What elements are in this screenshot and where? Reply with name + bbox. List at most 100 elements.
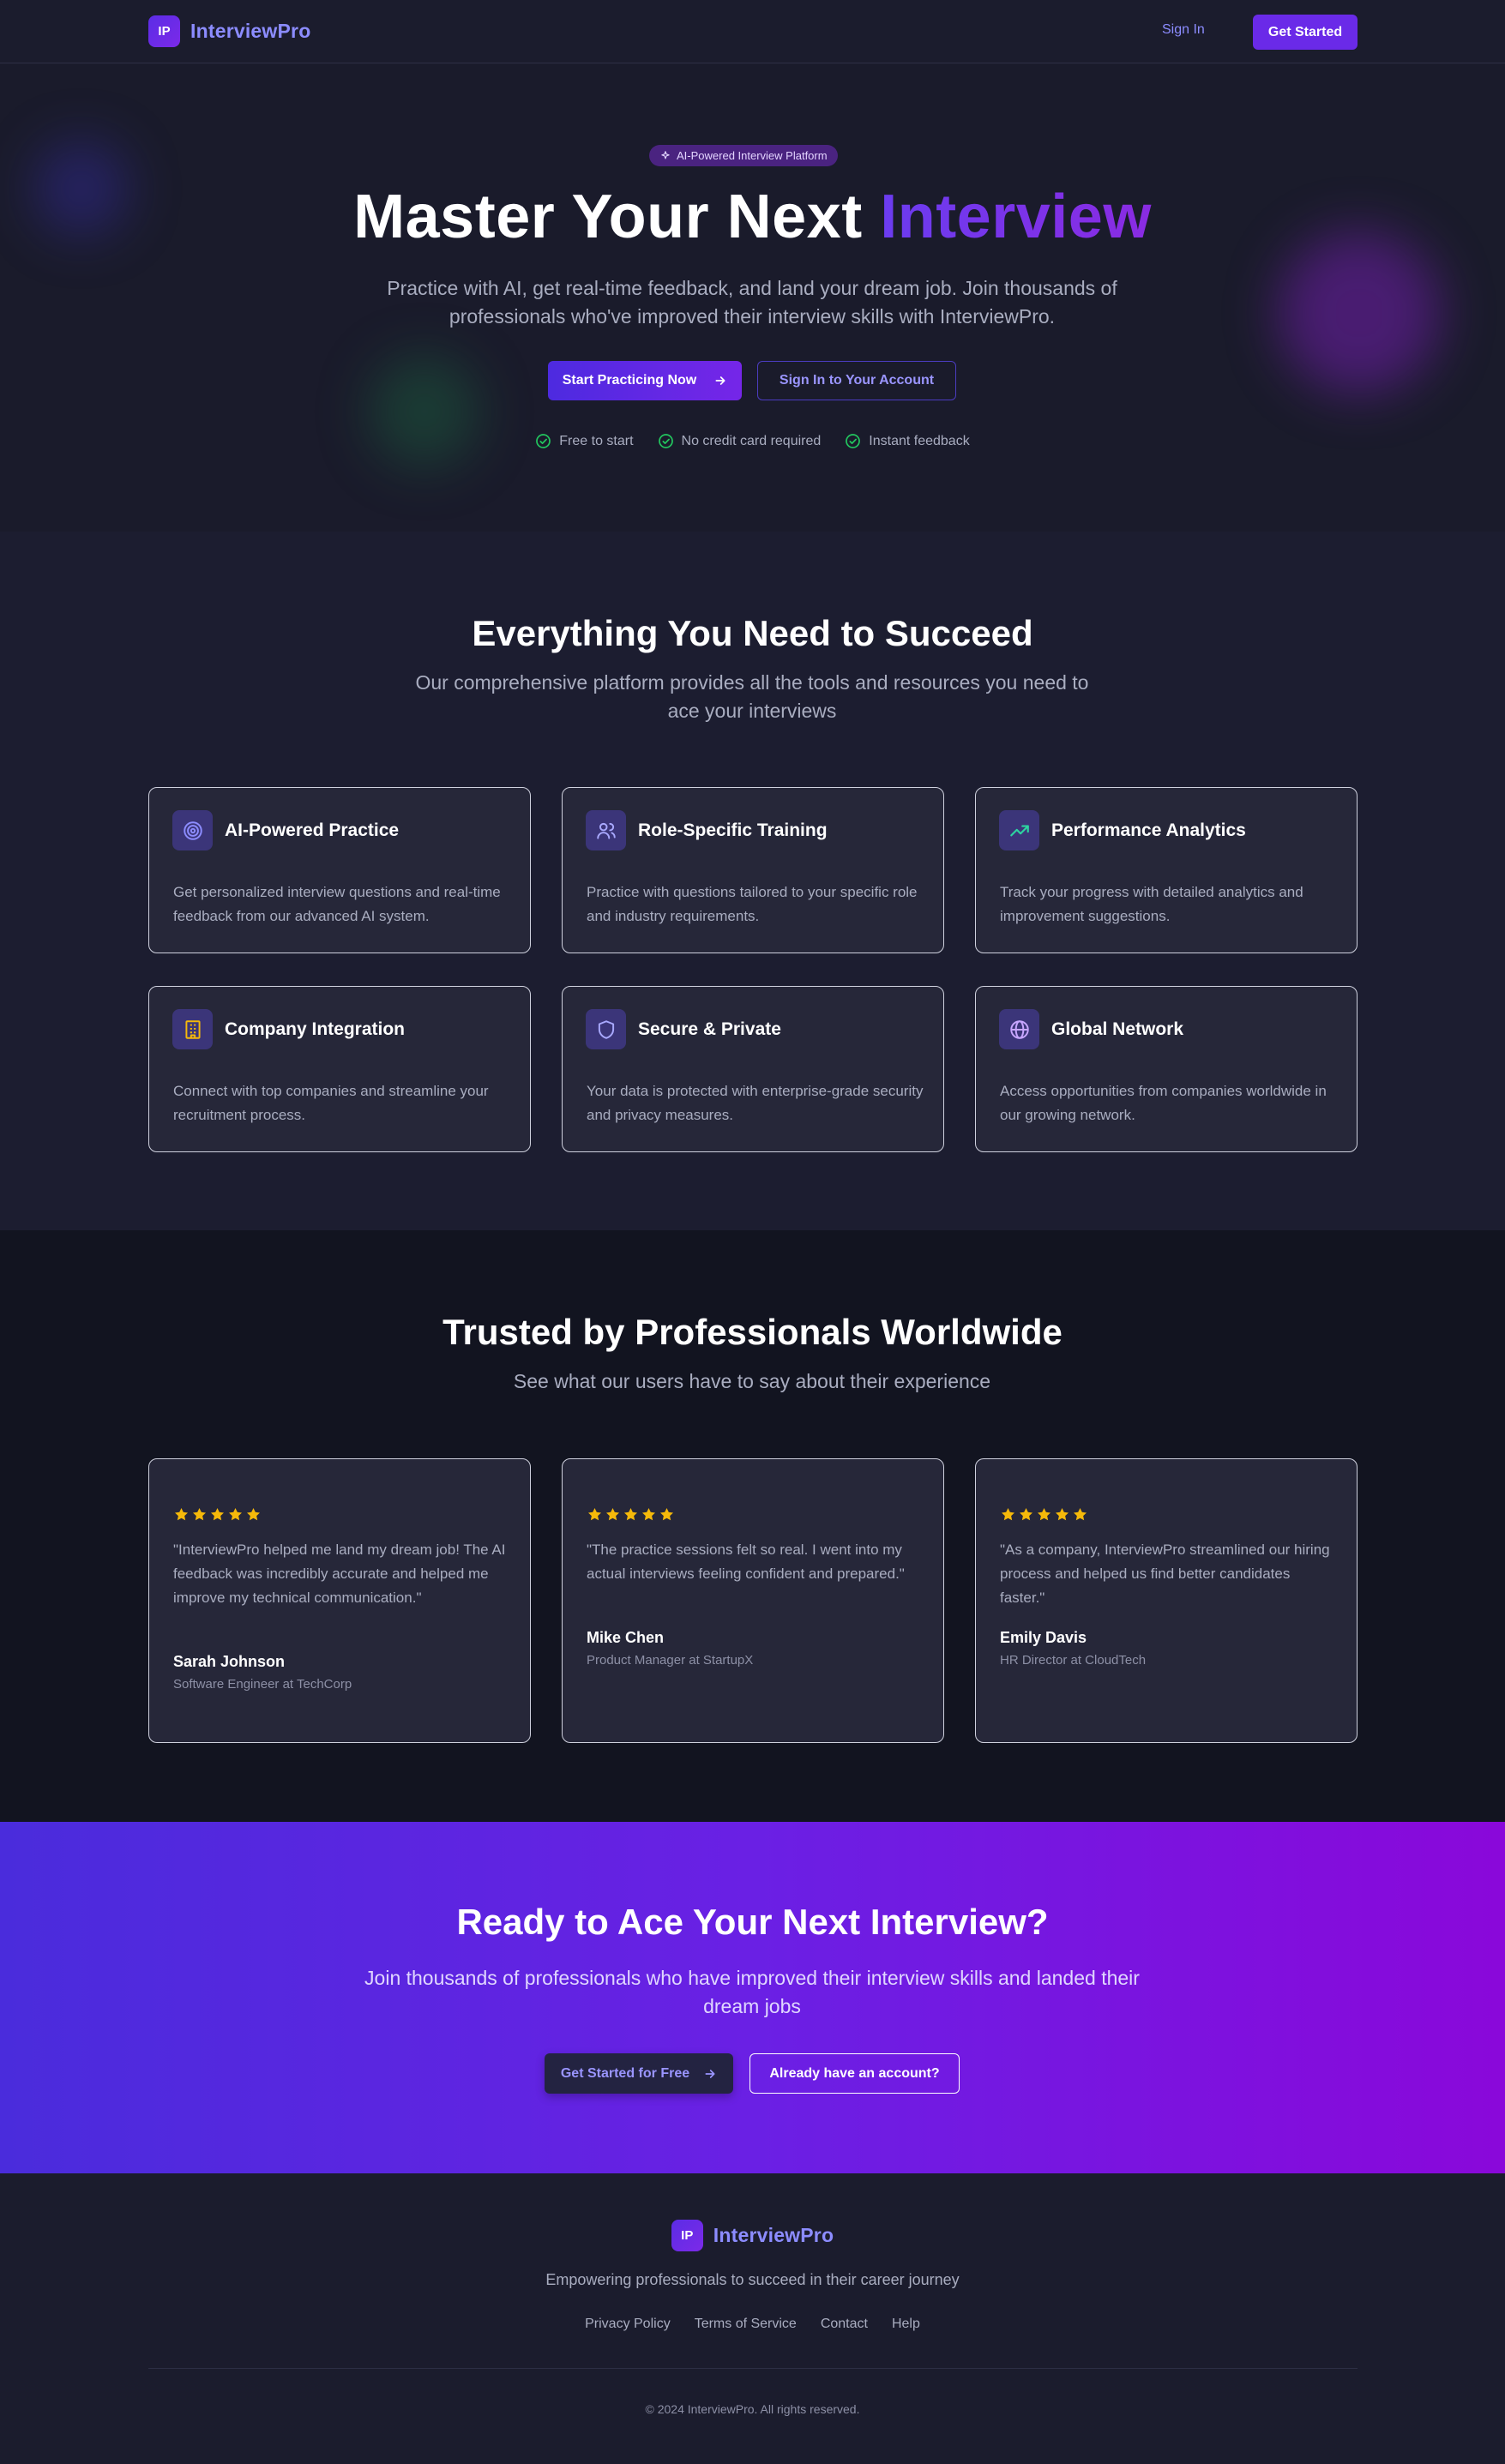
star-icon [1019, 1507, 1033, 1521]
testimonial-author: Mike Chen [587, 1629, 665, 1646]
star-icon [1055, 1507, 1069, 1521]
features-section: Everything You Need to Succeed Our compr… [0, 532, 1505, 1230]
star-icon [228, 1507, 243, 1521]
perk-label: Free to start [559, 433, 634, 448]
feature-card: Role-Specific Training Practice with que… [562, 787, 944, 953]
brand-logo[interactable]: IP InterviewPro [148, 15, 310, 47]
testimonial-role: Product Manager at StartupX [587, 1653, 754, 1668]
star-icon [1037, 1507, 1051, 1521]
features-title: Everything You Need to Succeed [472, 613, 1033, 653]
footer-brand[interactable]: IP InterviewPro [0, 2220, 1505, 2251]
star-icon [641, 1507, 656, 1521]
testimonials-subtitle: See what our users have to say about the… [513, 1370, 991, 1392]
footer-tagline: Empowering professionals to succeed in t… [545, 2271, 960, 2288]
feature-icon-wrap [172, 810, 213, 850]
cta-section: Ready to Ace Your Next Interview? Join t… [0, 1822, 1505, 2173]
building-icon [184, 1019, 201, 1039]
feature-title: Company Integration [225, 1019, 406, 1039]
footer-links: Privacy Policy Terms of Service Contact … [0, 2317, 1505, 2332]
feature-card: AI-Powered Practice Get personalized int… [148, 787, 531, 953]
feature-description: Track your progress with detailed analyt… [1000, 884, 1303, 924]
hero-title-main: Master Your Next [353, 183, 863, 251]
feature-title: Performance Analytics [1051, 820, 1246, 840]
feature-card: Performance Analytics Track your progres… [975, 787, 1358, 953]
footer: IP InterviewPro Empowering professionals… [0, 2173, 1505, 2464]
testimonial-role: HR Director at CloudTech [1000, 1653, 1147, 1668]
star-icon [605, 1507, 620, 1521]
feature-title: Global Network [1051, 1019, 1184, 1039]
start-practicing-label: Start Practicing Now [562, 373, 697, 388]
feature-card: Company Integration Connect with top com… [148, 986, 531, 1152]
feature-description: Connect with top companies and streamlin… [173, 1083, 489, 1123]
terms-of-service-link[interactable]: Terms of Service [695, 2317, 797, 2332]
feature-icon-wrap [999, 810, 1039, 850]
arrow-right-icon [705, 2069, 715, 2078]
help-link[interactable]: Help [892, 2317, 920, 2332]
feature-description: Get personalized interview questions and… [173, 884, 501, 924]
star-icon [246, 1507, 261, 1521]
star-icon [210, 1507, 225, 1521]
feature-card: Global Network Access opportunities from… [975, 986, 1358, 1152]
globe-icon [1009, 1019, 1029, 1039]
decorative-glow [1278, 231, 1441, 394]
check-circle-icon [658, 434, 673, 448]
perk-item: Instant feedback [845, 433, 970, 449]
get-started-free-label: Get Started for Free [560, 2065, 690, 2081]
ai-badge: AI-Powered Interview Platform [649, 145, 838, 166]
feature-icon-wrap [999, 1009, 1039, 1049]
check-circle-icon [536, 434, 551, 448]
star-icon [659, 1507, 674, 1521]
perk-item: No credit card required [658, 433, 822, 449]
sign-in-link[interactable]: Sign In [1162, 22, 1205, 38]
brand-name: InterviewPro [713, 2224, 834, 2246]
testimonial-quote: "As a company, InterviewPro streamlined … [1000, 1542, 1330, 1606]
features-subtitle: Our comprehensive platform provides all … [415, 671, 1089, 722]
decorative-glow [369, 356, 480, 467]
testimonial-author: Sarah Johnson [173, 1653, 286, 1670]
testimonial-author: Emily Davis [1000, 1629, 1087, 1646]
star-rating [587, 1506, 675, 1523]
testimonial-card: "As a company, InterviewPro streamlined … [975, 1458, 1358, 1743]
existing-account-button[interactable]: Already have an account? [749, 2053, 960, 2094]
testimonial-role: Software Engineer at TechCorp [173, 1677, 352, 1692]
star-icon [174, 1507, 189, 1521]
contact-link[interactable]: Contact [821, 2317, 868, 2332]
testimonial-quote: "InterviewPro helped me land my dream jo… [173, 1542, 506, 1606]
cta-title: Ready to Ace Your Next Interview? [456, 1902, 1049, 1942]
hero-title-accent: Interview [880, 183, 1152, 251]
shield-icon [598, 1019, 614, 1039]
hero-title: Master Your Next Interview [0, 182, 1505, 252]
star-icon [1073, 1507, 1087, 1521]
testimonials-title: Trusted by Professionals Worldwide [442, 1312, 1063, 1352]
feature-title: Secure & Private [638, 1019, 781, 1039]
target-icon [183, 820, 202, 840]
perk-label: Instant feedback [869, 433, 970, 448]
logo-badge: IP [671, 2220, 703, 2251]
feature-icon-wrap [172, 1009, 213, 1049]
footer-divider [148, 2368, 1358, 2369]
trending-up-icon [1009, 825, 1029, 836]
top-nav: IP InterviewPro Sign In Get Started [0, 0, 1505, 63]
sign-in-account-button[interactable]: Sign In to Your Account [757, 361, 956, 400]
feature-title: AI-Powered Practice [225, 820, 400, 840]
start-practicing-button[interactable]: Start Practicing Now [548, 361, 742, 400]
feature-description: Access opportunities from companies worl… [1000, 1083, 1327, 1123]
feature-icon-wrap [586, 1009, 626, 1049]
privacy-policy-link[interactable]: Privacy Policy [585, 2317, 671, 2332]
star-rating [1000, 1506, 1088, 1523]
feature-title: Role-Specific Training [638, 820, 828, 840]
testimonial-card: "InterviewPro helped me land my dream jo… [148, 1458, 531, 1743]
feature-icon-wrap [586, 810, 626, 850]
get-started-button[interactable]: Get Started [1253, 15, 1358, 50]
perk-item: Free to start [535, 433, 634, 449]
copyright: © 2024 InterviewPro. All rights reserved… [645, 2402, 860, 2416]
hero-section: AI-Powered Interview Platform Master You… [0, 64, 1505, 532]
testimonials-section: Trusted by Professionals Worldwide See w… [0, 1230, 1505, 1822]
ai-badge-label: AI-Powered Interview Platform [677, 149, 828, 162]
get-started-free-button[interactable]: Get Started for Free [545, 2053, 733, 2094]
logo-badge: IP [148, 15, 180, 47]
sparkle-icon [661, 150, 670, 159]
perk-label: No credit card required [681, 433, 822, 448]
cta-subtitle: Join thousands of professionals who have… [364, 1967, 1140, 2017]
star-icon [623, 1507, 638, 1521]
